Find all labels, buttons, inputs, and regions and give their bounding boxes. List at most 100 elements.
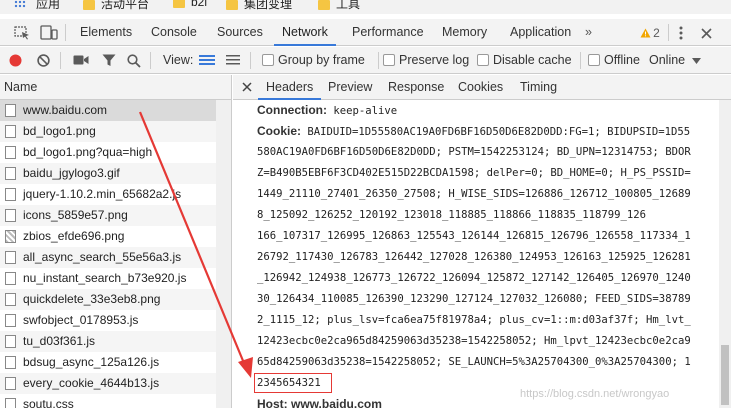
tab-sources[interactable]: Sources — [217, 19, 263, 46]
bookmarks-bar: 应用 活动平台 b2i 集团变理 工具 — [0, 0, 731, 14]
tab-network[interactable]: Network — [274, 19, 336, 46]
filter-icon[interactable] — [102, 54, 116, 67]
apps-grid-icon[interactable] — [14, 0, 26, 8]
request-row[interactable]: every_cookie_4644b13.js — [0, 373, 231, 394]
bookmark-apps[interactable]: 应用 — [36, 0, 60, 12]
offline-checkbox[interactable] — [588, 54, 600, 66]
inspect-element-icon[interactable] — [14, 26, 30, 40]
request-row[interactable]: bd_logo1.png — [0, 121, 231, 142]
request-name: bd_logo1.png — [23, 124, 96, 138]
watermark: https://blog.csdn.net/wrongyao — [520, 388, 670, 400]
search-icon[interactable] — [127, 54, 141, 68]
divider — [60, 52, 61, 69]
video-camera-icon[interactable] — [73, 54, 89, 66]
scrollbar-thumb[interactable] — [721, 345, 729, 405]
document-icon — [5, 125, 16, 138]
cookie-line: 1449_21110_27401_26350_27508; H_WISE_SID… — [257, 188, 691, 200]
tab-preview[interactable]: Preview — [328, 75, 372, 100]
tab-timing[interactable]: Timing — [520, 75, 557, 100]
request-row[interactable]: all_async_search_55e56a3.js — [0, 247, 231, 268]
disable-cache-label: Disable cache — [493, 53, 572, 67]
cookie-line: 166_107317_126995_126863_125543_126144_1… — [257, 230, 691, 242]
request-name: jquery-1.10.2.min_65682a2.js — [23, 187, 182, 201]
clear-icon[interactable] — [37, 54, 50, 67]
request-row[interactable]: quickdelete_33e3eb8.png — [0, 289, 231, 310]
divider — [378, 52, 379, 69]
request-row[interactable]: swfobject_0178953.js — [0, 310, 231, 331]
request-name: every_cookie_4644b13.js — [23, 376, 160, 390]
throttling-select[interactable]: Online — [649, 53, 685, 67]
highlight-box: 2345654321 — [254, 373, 332, 393]
divider — [65, 24, 66, 41]
tab-performance[interactable]: Performance — [352, 19, 424, 46]
document-icon — [5, 272, 16, 285]
request-list: Name www.baidu.com bd_logo1.png bd_logo1.p… — [0, 75, 232, 408]
request-name: swfobject_0178953.js — [23, 313, 139, 327]
cookie-line: BAIDUID=1D55580AC19A0FD6BF16D50D6E82D0DD… — [307, 126, 691, 138]
request-row[interactable]: zbios_efde696.png — [0, 226, 231, 247]
request-row[interactable]: icons_5859e57.png — [0, 205, 231, 226]
bookmark-label: 活动平台 — [101, 0, 150, 11]
request-row[interactable]: nu_instant_search_b73e920.js — [0, 268, 231, 289]
tab-headers[interactable]: Headers — [258, 75, 322, 100]
request-name: tu_d03f361.js — [23, 334, 96, 348]
large-rows-icon[interactable] — [199, 54, 215, 66]
document-icon — [5, 314, 16, 327]
more-tabs-icon[interactable]: » — [585, 19, 592, 46]
close-detail-icon[interactable] — [241, 81, 253, 93]
request-row[interactable]: bdsug_async_125a126.js — [0, 352, 231, 373]
request-row[interactable]: jquery-1.10.2.min_65682a2.js — [0, 184, 231, 205]
request-name: bdsug_async_125a126.js — [23, 355, 160, 369]
bookmark-label: 集团变理 — [244, 0, 293, 11]
document-icon — [5, 188, 16, 201]
cookie-line: _126942_124938_126773_126722_126094_1258… — [257, 272, 691, 284]
view-label: View: — [163, 53, 194, 67]
connection-header: Connection: keep-alive — [257, 100, 731, 121]
warnings-badge[interactable]: 2 — [636, 25, 664, 40]
folder-icon — [83, 0, 95, 10]
cookie-line: Z=B490B5EBF6F3CD402E515D22BCDA1598; delP… — [257, 167, 691, 179]
folder-icon — [173, 0, 185, 8]
record-icon[interactable] — [9, 54, 22, 67]
preserve-log-checkbox[interactable] — [383, 54, 395, 66]
request-row[interactable]: soutu.css — [0, 394, 231, 408]
bookmark-label: 工具 — [336, 0, 361, 11]
disable-cache-checkbox[interactable] — [477, 54, 489, 66]
tab-application[interactable]: Application — [510, 19, 571, 46]
tab-memory[interactable]: Memory — [442, 19, 487, 46]
group-by-frame-checkbox[interactable] — [262, 54, 274, 66]
header-key: Cookie: — [257, 124, 302, 138]
request-row[interactable]: baidu_jgylogo3.gif — [0, 163, 231, 184]
device-toolbar-icon[interactable] — [40, 25, 58, 40]
tab-response[interactable]: Response — [388, 75, 444, 100]
kebab-menu-icon[interactable] — [675, 25, 687, 41]
request-row[interactable]: bd_logo1.png?qua=high — [0, 142, 231, 163]
bookmark-b2i[interactable]: b2i — [173, 0, 207, 9]
cookie-header: Cookie: BAIDUID=1D55580AC19A0FD6BF16D50D… — [257, 121, 731, 142]
cookie-line: 26792_117430_126783_126442_127028_126380… — [257, 251, 691, 263]
bookmark-group[interactable]: 集团变理 — [226, 0, 292, 12]
chevron-down-icon[interactable] — [691, 57, 701, 65]
bookmark-activity-platform[interactable]: 活动平台 — [83, 0, 149, 12]
vertical-scrollbar[interactable] — [719, 100, 731, 408]
document-icon — [5, 104, 16, 117]
name-column-header[interactable]: Name — [0, 75, 231, 100]
overview-icon[interactable] — [226, 54, 240, 67]
detail-tab-bar: Headers Preview Response Cookies Timing — [233, 75, 731, 100]
request-name: baidu_jgylogo3.gif — [23, 166, 120, 180]
folder-icon — [226, 0, 238, 10]
bookmark-tools[interactable]: 工具 — [318, 0, 360, 12]
document-icon — [5, 146, 16, 159]
request-row[interactable]: tu_d03f361.js — [0, 331, 231, 352]
cookie-line: 580AC19A0FD6BF16D50D6E82D0DD; PSTM=15422… — [257, 146, 691, 158]
divider — [250, 52, 251, 69]
cookie-line: 2_1115_12; plus_lsv=fca6ea75f81978a4; pl… — [257, 314, 691, 326]
tab-elements[interactable]: Elements — [80, 19, 132, 46]
tab-console[interactable]: Console — [151, 19, 197, 46]
tab-cookies[interactable]: Cookies — [458, 75, 503, 100]
request-row[interactable]: www.baidu.com — [0, 100, 231, 121]
image-file-icon — [5, 230, 16, 243]
request-name: bd_logo1.png?qua=high — [23, 145, 153, 159]
header-key: Connection: — [257, 103, 327, 117]
close-icon[interactable] — [699, 26, 713, 40]
